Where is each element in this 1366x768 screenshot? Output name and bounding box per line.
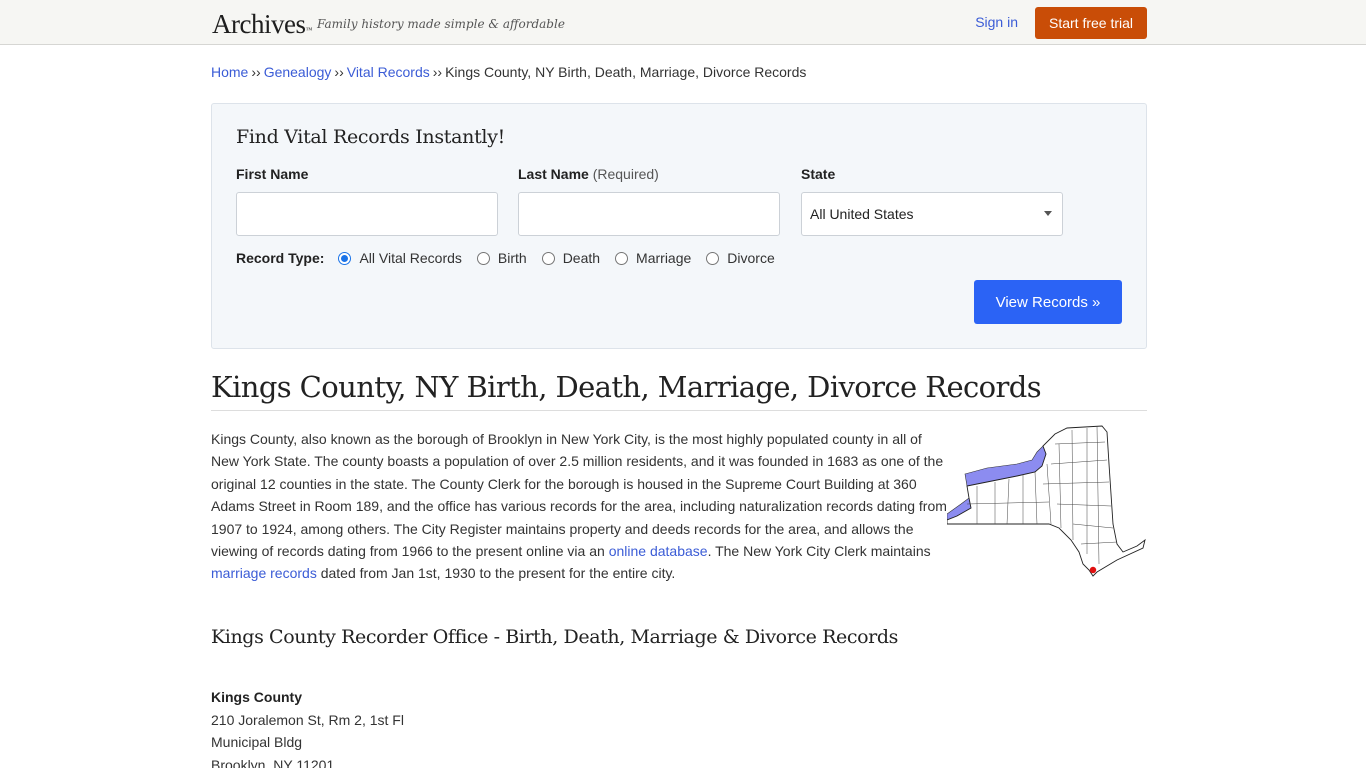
- radio-death[interactable]: Death: [541, 250, 601, 266]
- first-name-label-text: First Name: [236, 166, 309, 182]
- radio-birth[interactable]: Birth: [476, 250, 527, 266]
- chevron-down-icon: [1044, 211, 1052, 216]
- address-line: 210 Joralemon St, Rm 2, 1st Fl: [211, 711, 404, 728]
- breadcrumb-genealogy[interactable]: Genealogy: [264, 64, 332, 80]
- search-form-panel: Find Vital Records Instantly! First Name…: [211, 103, 1147, 349]
- online-database-link[interactable]: online database: [609, 543, 708, 559]
- radio-divorce[interactable]: Divorce: [706, 250, 775, 266]
- breadcrumb: Home ›› Genealogy ›› Vital Records ›› Kings Co…: [211, 64, 1147, 80]
- record-type-label: Record Type:: [236, 250, 325, 266]
- radio-label: Divorce: [727, 250, 775, 266]
- top-navbar: Archives™ Family history made simple & a…: [0, 0, 1366, 45]
- trademark-mark: ™: [305, 26, 312, 34]
- new-york-state-map-icon: [947, 425, 1146, 577]
- radio-button[interactable]: [706, 251, 720, 265]
- tagline: Family history made simple & affordable: [317, 17, 565, 31]
- last-name-input[interactable]: [518, 192, 780, 236]
- radio-label: Birth: [497, 250, 527, 266]
- breadcrumb-separator: ››: [432, 64, 443, 80]
- radio-all-vital-records[interactable]: All Vital Records: [338, 250, 462, 266]
- intro-text: dated from Jan 1st, 1930 to the present …: [316, 565, 676, 582]
- search-panel-title: Find Vital Records Instantly!: [236, 126, 505, 148]
- state-outline: [947, 425, 1146, 577]
- start-free-trial-button[interactable]: Start free trial: [1035, 7, 1147, 39]
- kings-county-marker: [1089, 566, 1097, 574]
- radio-button[interactable]: [541, 251, 555, 265]
- first-name-label: First Name: [236, 166, 498, 186]
- breadcrumb-current: Kings County, NY Birth, Death, Marriage,…: [445, 64, 807, 80]
- breadcrumb-vital-records[interactable]: Vital Records: [347, 64, 430, 80]
- last-name-label: Last Name (Required): [518, 166, 780, 186]
- state-group: State All United States: [801, 166, 1063, 236]
- intro-text: . The New York City Clerk maintains: [707, 543, 931, 560]
- first-name-input[interactable]: [236, 192, 498, 236]
- radio-label: Death: [562, 250, 601, 266]
- marriage-records-link[interactable]: marriage records: [211, 565, 317, 581]
- breadcrumb-home[interactable]: Home: [211, 64, 248, 80]
- intro-section: Kings County, also known as the borough …: [211, 425, 1147, 588]
- state-label: State: [801, 166, 1063, 186]
- required-note: (Required): [592, 166, 659, 182]
- view-records-button[interactable]: View Records »: [974, 280, 1122, 324]
- page-title: Kings County, NY Birth, Death, Marriage,…: [211, 369, 1147, 411]
- radio-marriage[interactable]: Marriage: [615, 250, 691, 266]
- radio-button[interactable]: [476, 251, 490, 265]
- main-content: Home ›› Genealogy ›› Vital Records ›› Kings Co…: [211, 64, 1147, 768]
- office-address: Kings County 210 Joralemon St, Rm 2, 1st…: [211, 686, 1147, 768]
- breadcrumb-separator: ››: [334, 64, 344, 80]
- breadcrumb-separator: ››: [251, 64, 261, 80]
- archives-logo[interactable]: Archives™: [212, 9, 312, 39]
- record-type-group: Record Type: All Vital Records Birth Dea…: [236, 250, 790, 266]
- intro-paragraph: Kings County, also known as the borough …: [211, 428, 951, 585]
- radio-button[interactable]: [615, 251, 629, 265]
- state-label-text: State: [801, 166, 836, 182]
- sign-in-link[interactable]: Sign in: [975, 14, 1018, 30]
- office-name: Kings County: [211, 689, 302, 705]
- radio-label: Marriage: [636, 250, 692, 266]
- state-selected-value: All United States: [810, 206, 914, 222]
- address-line: Municipal Bldg: [211, 734, 303, 750]
- first-name-group: First Name: [236, 166, 498, 236]
- radio-label: All Vital Records: [359, 250, 462, 266]
- radio-button[interactable]: [338, 251, 352, 265]
- last-name-group: Last Name (Required): [518, 166, 780, 236]
- intro-text: Kings County, also known as the borough …: [211, 431, 947, 560]
- address-line: Brooklyn, NY 11201: [211, 756, 335, 768]
- logo-text: Archives: [212, 9, 306, 39]
- state-select[interactable]: All United States: [801, 192, 1063, 236]
- office-section-title: Kings County Recorder Office - Birth, De…: [211, 626, 898, 648]
- last-name-label-text: Last Name: [518, 166, 589, 182]
